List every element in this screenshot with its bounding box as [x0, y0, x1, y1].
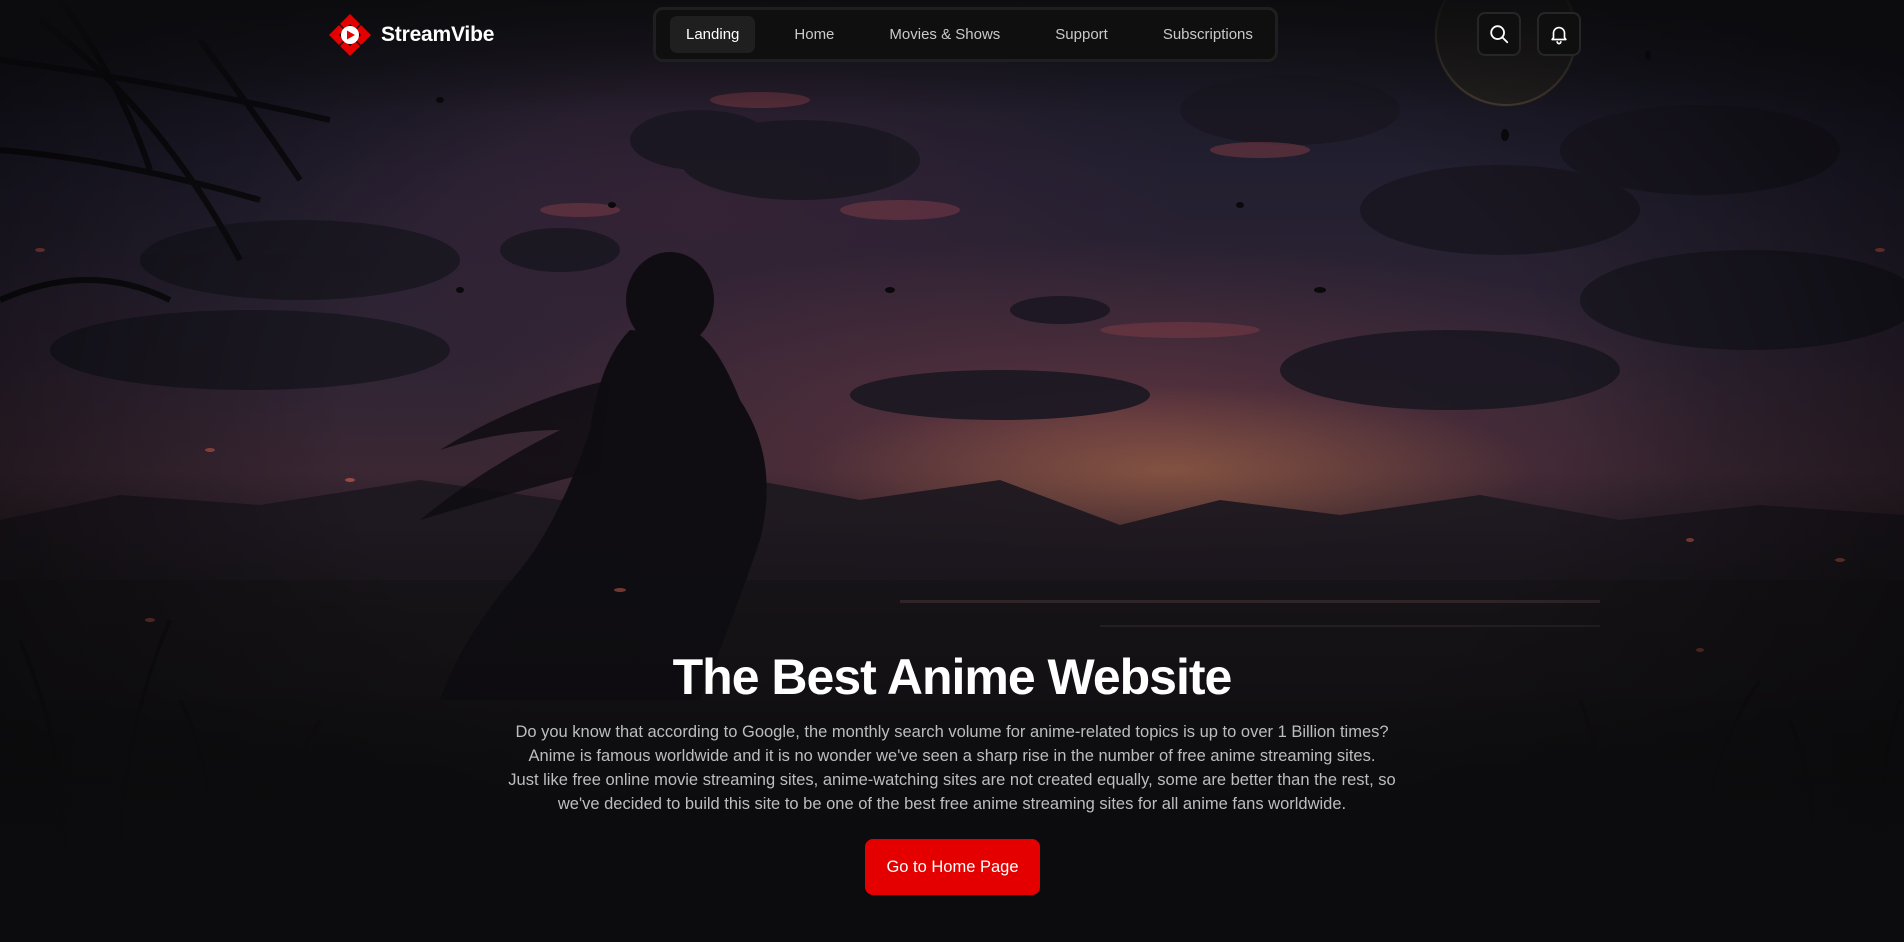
hero-description-line: Anime is famous worldwide and it is no w…	[528, 747, 1376, 765]
streamvibe-logo-icon	[329, 14, 371, 56]
brand-name: StreamVibe	[381, 23, 495, 46]
nav-item-support[interactable]: Support	[1039, 16, 1124, 53]
hero-description-line: Just like free online movie streaming si…	[508, 771, 1396, 789]
go-to-home-page-button[interactable]: Go to Home Page	[865, 839, 1040, 895]
hero-title: The Best Anime Website	[672, 649, 1233, 705]
search-button[interactable]	[1477, 12, 1521, 56]
hero-description-line: we've decided to build this site to be o…	[557, 795, 1347, 813]
nav-item-landing[interactable]: Landing	[670, 16, 756, 53]
nav-item-home[interactable]: Home	[778, 16, 850, 53]
hero-description: Do you know that according to Google, th…	[452, 720, 1452, 816]
nav-item-subscriptions[interactable]: Subscriptions	[1147, 16, 1269, 53]
main-nav: Landing Home Movies & Shows Support Subs…	[653, 7, 1278, 62]
hero-description-line: Do you know that according to Google, th…	[515, 723, 1389, 741]
notifications-button[interactable]	[1537, 12, 1581, 56]
brand-logo[interactable]: StreamVibe	[327, 12, 494, 58]
bell-icon	[1551, 26, 1567, 45]
search-icon	[1490, 25, 1509, 44]
nav-item-movies-shows[interactable]: Movies & Shows	[873, 16, 1016, 53]
